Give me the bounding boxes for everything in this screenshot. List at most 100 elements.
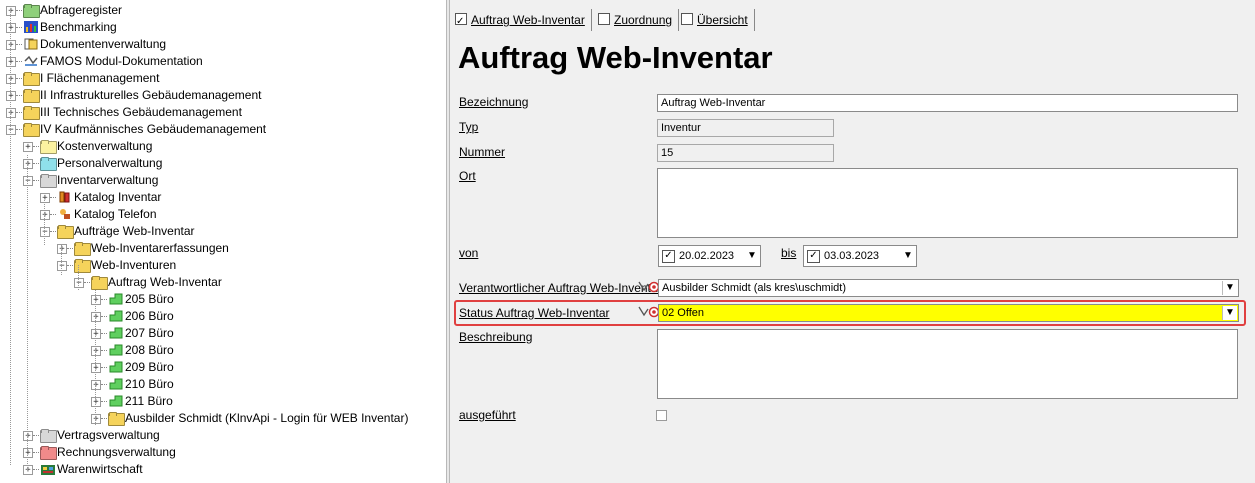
von-enable-checkbox[interactable]: ✓: [662, 250, 675, 263]
tree-item-label: Dokumentenverwaltung: [40, 37, 167, 51]
tree-item-label: 208 Büro: [125, 343, 174, 357]
pointer-link-icon[interactable]: [638, 280, 660, 294]
beschreibung-label: Beschreibung: [459, 330, 533, 344]
tree-item-label: Kostenverwaltung: [57, 139, 153, 153]
room-icon: [108, 361, 124, 374]
expand-icon[interactable]: [6, 23, 16, 33]
chevron-down-icon[interactable]: ▼: [1222, 281, 1237, 295]
expand-icon[interactable]: [23, 142, 33, 152]
expand-icon[interactable]: [6, 74, 16, 84]
expand-icon[interactable]: [91, 397, 101, 407]
tree-item-label: III Technisches Gebäudemanagement: [40, 105, 242, 119]
expand-icon[interactable]: [6, 57, 16, 67]
folder-open-icon: [40, 174, 57, 188]
expand-icon[interactable]: [23, 159, 33, 169]
tab-uebersicht[interactable]: Übersicht: [681, 9, 755, 31]
expand-icon[interactable]: [91, 346, 101, 356]
collapse-icon[interactable]: [6, 125, 16, 135]
expand-icon[interactable]: [91, 329, 101, 339]
tab-auftrag-web-inventar[interactable]: Auftrag Web-Inventar: [455, 9, 592, 33]
verantwortlicher-select[interactable]: Ausbilder Schmidt (als kres\uschmidt) ▼: [658, 279, 1239, 297]
folder-icon: [23, 4, 40, 18]
tree-connector: [16, 27, 22, 28]
tab-checkbox-icon[interactable]: [455, 11, 467, 33]
bis-date-picker[interactable]: ✓ 03.03.2023 ▼: [803, 245, 917, 267]
expand-icon[interactable]: [91, 380, 101, 390]
tree-connector: [84, 282, 90, 283]
typ-field: Inventur: [657, 119, 834, 137]
tree-item-label: Katalog Inventar: [74, 190, 162, 204]
tree-item-label: 206 Büro: [125, 309, 174, 323]
expand-icon[interactable]: [40, 193, 50, 203]
expand-icon[interactable]: [6, 91, 16, 101]
tree-item-label: Warenwirtschaft: [57, 462, 143, 476]
tree-connector: [67, 248, 73, 249]
expand-icon[interactable]: [6, 6, 16, 16]
ausgefuehrt-checkbox[interactable]: [656, 410, 667, 421]
tab-checkbox-icon[interactable]: [681, 13, 693, 25]
tree-connector: [16, 112, 22, 113]
tree-connector: [50, 231, 56, 232]
expand-icon[interactable]: [91, 312, 101, 322]
chevron-down-icon[interactable]: ▼: [901, 249, 915, 263]
tree-item-label: FAMOS Modul-Dokumentation: [40, 54, 203, 68]
phone-catalog-icon: [57, 208, 73, 221]
expand-icon[interactable]: [23, 465, 33, 475]
collapse-icon[interactable]: [23, 176, 33, 186]
ort-field[interactable]: [657, 168, 1238, 238]
room-icon: [108, 344, 124, 357]
app-window: Abfrageregister Benchmarking Dokumentenver…: [0, 0, 1255, 483]
folder-icon: [74, 242, 91, 256]
tree-connector: [33, 146, 39, 147]
collapse-icon[interactable]: [74, 278, 84, 288]
bis-enable-checkbox[interactable]: ✓: [807, 250, 820, 263]
documentation-icon: [23, 55, 39, 68]
tree-guide-line: [95, 290, 96, 425]
expand-icon[interactable]: [23, 431, 33, 441]
tree-connector: [101, 350, 107, 351]
expand-icon[interactable]: [91, 295, 101, 305]
collapse-icon[interactable]: [40, 227, 50, 237]
collapse-icon[interactable]: [57, 261, 67, 271]
tree-item-label: Auftrag Web-Inventar: [108, 275, 222, 289]
folder-icon: [40, 140, 57, 154]
bis-date-value: 03.03.2023: [824, 250, 880, 262]
tree-connector: [101, 333, 107, 334]
catalog-icon: [57, 191, 73, 204]
von-date-picker[interactable]: ✓ 20.02.2023 ▼: [658, 245, 761, 267]
folder-icon: [23, 72, 40, 86]
tab-label: Übersicht: [697, 13, 748, 27]
tree-connector: [101, 367, 107, 368]
tree-item-label: Ausbilder Schmidt (KlnvApi - Login für W…: [125, 411, 409, 425]
tab-zuordnung[interactable]: Zuordnung: [598, 9, 680, 31]
tree-item-label: II Infrastrukturelles Gebäudemanagement: [40, 88, 262, 102]
room-icon: [108, 327, 124, 340]
expand-icon[interactable]: [23, 448, 33, 458]
expand-icon[interactable]: [6, 40, 16, 50]
page-title: Auftrag Web-Inventar: [458, 40, 773, 75]
folder-icon: [23, 106, 40, 120]
folder-open-icon: [91, 276, 108, 290]
bezeichnung-field[interactable]: Auftrag Web-Inventar: [657, 94, 1238, 112]
tree-item-label: Benchmarking: [40, 20, 117, 34]
folder-open-icon: [57, 225, 74, 239]
room-icon: [108, 293, 124, 306]
chevron-down-icon[interactable]: ▼: [745, 249, 759, 263]
tree-connector: [33, 469, 39, 470]
expand-icon[interactable]: [57, 244, 67, 254]
beschreibung-field[interactable]: [657, 329, 1238, 399]
tree-connector: [16, 78, 22, 79]
navigation-tree[interactable]: Abfrageregister Benchmarking Dokumentenver…: [0, 0, 446, 483]
tree-guide-line: [27, 155, 28, 470]
nummer-label: Nummer: [459, 145, 506, 159]
typ-label: Typ: [459, 120, 479, 134]
expand-icon[interactable]: [6, 108, 16, 118]
tree-item-label: 205 Büro: [125, 292, 174, 306]
expand-icon[interactable]: [91, 363, 101, 373]
expand-icon[interactable]: [40, 210, 50, 220]
tree-connector: [16, 129, 22, 130]
tree-item-label: Personalverwaltung: [57, 156, 163, 170]
tab-checkbox-icon[interactable]: [598, 13, 610, 25]
tree-connector: [101, 316, 107, 317]
expand-icon[interactable]: [91, 414, 101, 424]
